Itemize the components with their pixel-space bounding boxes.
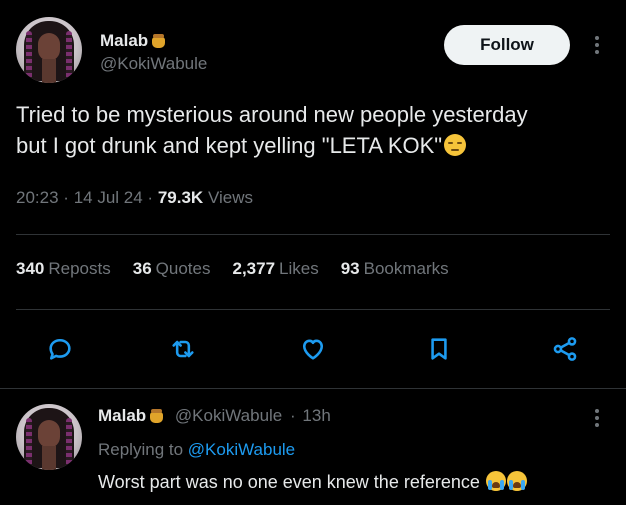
- follow-button[interactable]: Follow: [444, 25, 570, 65]
- divider: [16, 309, 610, 310]
- honey-pot-icon: [149, 408, 164, 423]
- stat-reposts[interactable]: 340 Reposts: [16, 259, 111, 279]
- quotes-label: Quotes: [155, 259, 211, 278]
- quotes-count: 36: [132, 259, 152, 278]
- post-meta: 20:23 · 14 Jul 24 · 79.3K Views: [16, 188, 253, 208]
- divider: [0, 388, 626, 389]
- bookmarks-count: 93: [340, 259, 360, 278]
- reply-separator: ·: [290, 406, 296, 425]
- post-text: Tried to be mysterious around new people…: [16, 99, 606, 161]
- views-label: Views: [207, 188, 253, 207]
- meta-separator: ·: [63, 188, 69, 207]
- stat-likes[interactable]: 2,377 Likes: [232, 259, 318, 279]
- views-count: 79.3K: [157, 188, 204, 207]
- stat-quotes[interactable]: 36 Quotes: [133, 259, 211, 279]
- reply-text-content: Worst part was no one even knew the refe…: [98, 472, 480, 492]
- bookmarks-label: Bookmarks: [363, 259, 449, 278]
- replying-to-handle[interactable]: @KokiWabule: [188, 440, 295, 459]
- share-icon[interactable]: [545, 325, 585, 373]
- reply-author-name[interactable]: Malab: [98, 406, 146, 425]
- reply-more-options-icon[interactable]: [587, 406, 607, 430]
- bookmark-icon[interactable]: [419, 325, 459, 373]
- reply-time[interactable]: 13h: [302, 406, 330, 425]
- author-name-text: Malab: [100, 31, 149, 50]
- author-name[interactable]: Malab: [100, 31, 166, 51]
- reposts-label: Reposts: [48, 259, 111, 278]
- likes-count: 2,377: [232, 259, 276, 278]
- post-text-line-1: Tried to be mysterious around new people…: [16, 102, 528, 127]
- reply-header: Malab @KokiWabule · 13h: [98, 406, 331, 426]
- pensive-face-icon: [444, 134, 467, 156]
- engagement-stats: 340 Reposts 36 Quotes 2,377 Likes 93 Bookmar…: [16, 259, 471, 279]
- honey-pot-icon: [151, 33, 166, 48]
- action-bar: [0, 325, 626, 373]
- replying-prefix: Replying to: [98, 440, 184, 459]
- like-icon[interactable]: [293, 325, 333, 373]
- replying-to: Replying to @KokiWabule: [98, 440, 295, 460]
- divider: [16, 234, 610, 235]
- crying-face-icon: [485, 471, 506, 491]
- reply-author-handle[interactable]: @KokiWabule: [175, 406, 282, 425]
- avatar[interactable]: [16, 17, 82, 83]
- likes-label: Likes: [279, 259, 319, 278]
- reply-icon[interactable]: [40, 325, 80, 373]
- post-text-line-2: but I got drunk and kept yelling "LETA K…: [16, 133, 443, 158]
- reply-avatar[interactable]: [16, 404, 82, 470]
- post-date[interactable]: 14 Jul 24: [74, 188, 143, 207]
- author-handle[interactable]: @KokiWabule: [100, 54, 207, 74]
- meta-separator: ·: [147, 188, 154, 207]
- stat-bookmarks[interactable]: 93 Bookmarks: [341, 259, 449, 279]
- repost-icon[interactable]: [163, 325, 203, 373]
- reply-text: Worst part was no one even knew the refe…: [98, 471, 527, 493]
- reposts-count: 340: [16, 259, 45, 278]
- post-time[interactable]: 20:23: [16, 188, 59, 207]
- more-options-icon[interactable]: [587, 33, 607, 57]
- crying-face-icon: [506, 471, 527, 491]
